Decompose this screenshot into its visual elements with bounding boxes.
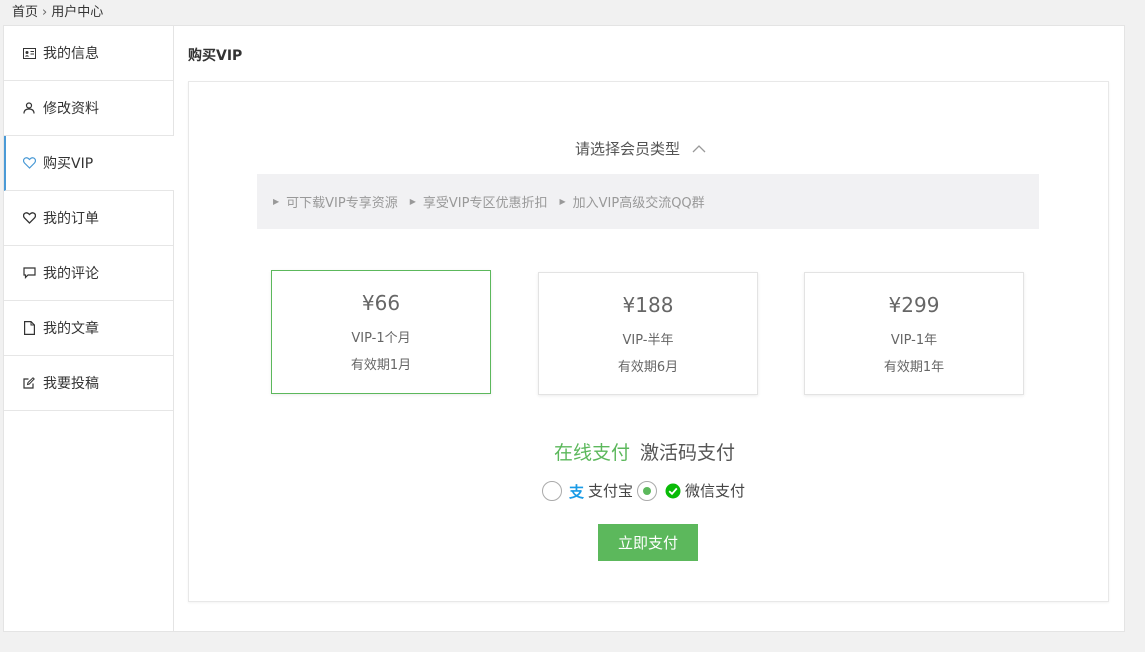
breadcrumb-home[interactable]: 首页 xyxy=(12,5,38,20)
heart-icon xyxy=(21,210,37,226)
page-title: 购买VIP xyxy=(188,48,243,64)
pay-now-button[interactable]: 立即支付 xyxy=(598,524,698,561)
sidebar-item-my-info[interactable]: 我的信息 xyxy=(4,26,173,81)
plan-card-half-year[interactable]: ¥188 VIP-半年 有效期6月 xyxy=(538,272,758,395)
sidebar-item-label: 我的文章 xyxy=(43,321,99,337)
triangle-bullet-icon: ▶ xyxy=(409,197,416,206)
triangle-bullet-icon: ▶ xyxy=(559,197,566,206)
perk-item: 可下载VIP专享资源 xyxy=(286,196,398,211)
payment-type-tabs: 在线支付 激活码支付 xyxy=(554,438,745,465)
plan-price: ¥188 xyxy=(622,293,674,317)
sidebar-item-edit-profile[interactable]: 修改资料 xyxy=(4,81,173,136)
sidebar-item-label: 我的订单 xyxy=(43,211,99,227)
sidebar-item-label: 我要投稿 xyxy=(43,376,99,392)
plan-card-1-month[interactable]: ¥66 VIP-1个月 有效期1月 xyxy=(271,270,491,394)
svg-text:支: 支 xyxy=(568,483,584,499)
heart-icon xyxy=(21,155,37,171)
user-center-container: 我的信息 修改资料 购买VIP 我的订单 我的评论 我的文章 我要投稿 购买VI… xyxy=(3,25,1125,632)
vip-purchase-panel: 请选择会员类型 ▶ 可下载VIP专享资源 ▶ 享受VIP专区优惠折扣 ▶ 加入VIP高… xyxy=(188,81,1109,602)
plan-price: ¥299 xyxy=(888,293,940,317)
payment-methods: 支 支付宝 微信支付 xyxy=(542,480,745,501)
plan-card-1-year[interactable]: ¥299 VIP-1年 有效期1年 xyxy=(804,272,1024,395)
choose-label: 请选择会员类型 xyxy=(575,140,681,158)
wechat-pay-radio[interactable] xyxy=(637,480,658,501)
sidebar: 我的信息 修改资料 购买VIP 我的订单 我的评论 我的文章 我要投稿 xyxy=(4,26,174,631)
membership-type-toggle[interactable]: 请选择会员类型 xyxy=(575,138,706,159)
alipay-radio[interactable] xyxy=(542,480,562,501)
sidebar-item-my-articles[interactable]: 我的文章 xyxy=(4,301,173,356)
plan-name: VIP-半年 xyxy=(622,333,674,348)
plan-name: VIP-1年 xyxy=(890,333,938,348)
plan-validity: 有效期1年 xyxy=(883,360,945,375)
sidebar-item-label: 修改资料 xyxy=(43,101,99,117)
vip-perks-bar: ▶ 可下载VIP专享资源 ▶ 享受VIP专区优惠折扣 ▶ 加入VIP高级交流QQ群 xyxy=(257,174,1039,229)
triangle-bullet-icon: ▶ xyxy=(273,197,280,206)
sidebar-item-buy-vip[interactable]: 购买VIP xyxy=(4,136,174,191)
wechat-pay-icon xyxy=(665,483,681,499)
plan-name: VIP-1个月 xyxy=(351,331,411,346)
alipay-icon: 支 xyxy=(568,483,584,499)
plan-price: ¥66 xyxy=(361,291,401,315)
sidebar-item-my-comments[interactable]: 我的评论 xyxy=(4,246,173,301)
alipay-label[interactable]: 支付宝 xyxy=(588,480,633,501)
sidebar-item-my-orders[interactable]: 我的订单 xyxy=(4,191,173,246)
user-icon xyxy=(21,100,37,116)
chevron-up-icon xyxy=(692,144,706,152)
id-card-icon xyxy=(21,45,37,61)
perk-item: 享受VIP专区优惠折扣 xyxy=(422,196,548,211)
breadcrumb: 首页 › 用户中心 xyxy=(12,4,103,22)
breadcrumb-separator: › xyxy=(42,5,48,20)
radio-checked-dot xyxy=(643,486,652,495)
breadcrumb-current: 用户中心 xyxy=(51,5,104,20)
comment-icon xyxy=(21,265,37,281)
sidebar-item-label: 我的信息 xyxy=(43,46,99,62)
tab-online-payment[interactable]: 在线支付 xyxy=(554,438,630,465)
sidebar-item-submit-article[interactable]: 我要投稿 xyxy=(4,356,173,411)
edit-icon xyxy=(21,375,37,391)
sidebar-item-label: 购买VIP xyxy=(43,156,94,172)
plan-validity: 有效期1月 xyxy=(350,358,412,373)
wechat-pay-label[interactable]: 微信支付 xyxy=(685,480,745,501)
plan-validity: 有效期6月 xyxy=(617,360,679,375)
sidebar-item-label: 我的评论 xyxy=(43,266,99,282)
document-icon xyxy=(21,320,37,336)
tab-activation-code-payment[interactable]: 激活码支付 xyxy=(640,438,735,465)
perk-item: 加入VIP高级交流QQ群 xyxy=(572,196,705,211)
